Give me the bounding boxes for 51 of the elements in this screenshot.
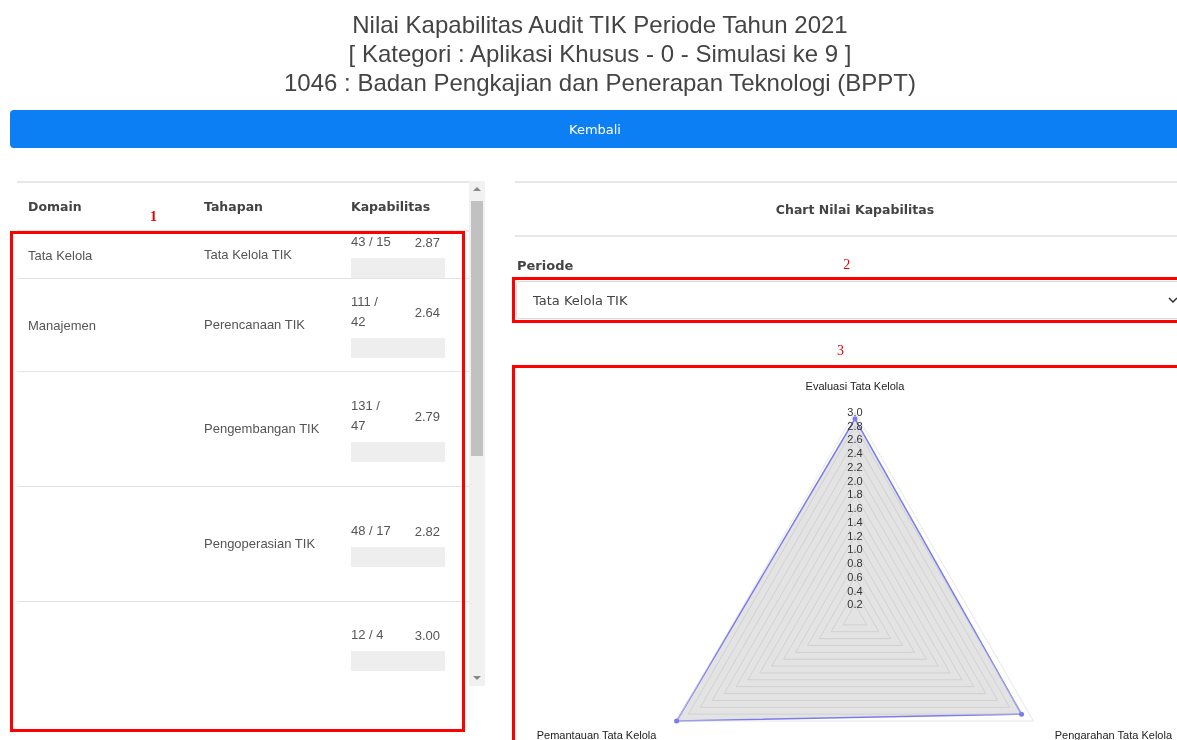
tick-label: 1.0 bbox=[847, 543, 863, 556]
table-cell: Tata Kelola bbox=[28, 247, 93, 263]
tick-label: 2.4 bbox=[847, 447, 863, 460]
chevron-icon bbox=[1168, 297, 1177, 303]
annotation-number: 1 bbox=[150, 209, 157, 225]
score-ratio: 111 / 42 bbox=[351, 293, 379, 331]
tick-label: 1.6 bbox=[847, 502, 863, 515]
tick-label: 2.2 bbox=[847, 460, 863, 473]
annotation-number: 3 bbox=[837, 343, 844, 359]
table-cell: Manajemen bbox=[28, 317, 96, 333]
score-value: 2.64 bbox=[414, 304, 440, 320]
tick-label: 1.2 bbox=[847, 529, 863, 542]
page-title: Nilai Kapabilitas Audit TIK Periode Tahun 2021 bbox=[351, 10, 849, 39]
score-value: 2.87 bbox=[414, 234, 440, 250]
column-header: Kapabilitas bbox=[351, 199, 432, 214]
table-cell-text: Tata Kelola TIK bbox=[204, 246, 293, 264]
score-value: 2.79 bbox=[414, 408, 440, 424]
score-ratio: 12 / 4 bbox=[351, 626, 385, 644]
column-header: Domain bbox=[27, 199, 83, 214]
page-title: 1046 : Badan Pengkajian dan Penerapan Teknologi (BPPT) bbox=[283, 68, 917, 97]
tick-label: 1.4 bbox=[847, 515, 863, 528]
table-cell-text: Pengoperasian TIK bbox=[204, 535, 317, 553]
table-cell-text: Pengembangan TIK bbox=[204, 420, 321, 438]
tick-label: 2.6 bbox=[847, 433, 863, 446]
tick-label: 2.0 bbox=[847, 474, 863, 487]
tick-label: 3.0 bbox=[847, 406, 863, 418]
tick-label: 0.6 bbox=[847, 570, 863, 583]
tick-label: 0.2 bbox=[847, 598, 863, 611]
tick-label: 2.8 bbox=[847, 419, 863, 432]
back-button[interactable]: Kembali bbox=[10, 110, 1177, 148]
tick-label: 0.8 bbox=[847, 557, 863, 570]
data-point bbox=[674, 718, 680, 724]
data-point bbox=[852, 416, 858, 422]
axis-label: Evaluasi Tata Kelola bbox=[805, 380, 905, 392]
table-cell-text: Perencanaan TIK bbox=[204, 316, 306, 334]
tick-label: 1.8 bbox=[847, 488, 863, 501]
chart-title: Chart Nilai Kapabilitas bbox=[774, 201, 935, 217]
field-label: Periode bbox=[517, 257, 574, 273]
score-value: 3.00 bbox=[414, 627, 440, 643]
scrollbar[interactable] bbox=[469, 181, 485, 686]
score-ratio: 43 / 15 bbox=[351, 233, 392, 251]
tick-label: 0.4 bbox=[847, 584, 863, 597]
score-value: 2.82 bbox=[414, 523, 440, 539]
page-title: [ Kategori : Aplikasi Khusus - 0 - Simulasi ke 9 ] bbox=[347, 39, 853, 68]
annotation-number: 2 bbox=[843, 257, 851, 273]
axis-label: Pemantauan Tata Kelola bbox=[536, 729, 657, 740]
score-ratio: 131 / 47 bbox=[351, 397, 381, 435]
column-header: Tahapan bbox=[204, 199, 264, 214]
score-ratio: 48 / 17 bbox=[351, 522, 392, 540]
data-point bbox=[1019, 711, 1024, 717]
periode-select[interactable]: Tata Kelola TIK bbox=[516, 281, 1177, 319]
